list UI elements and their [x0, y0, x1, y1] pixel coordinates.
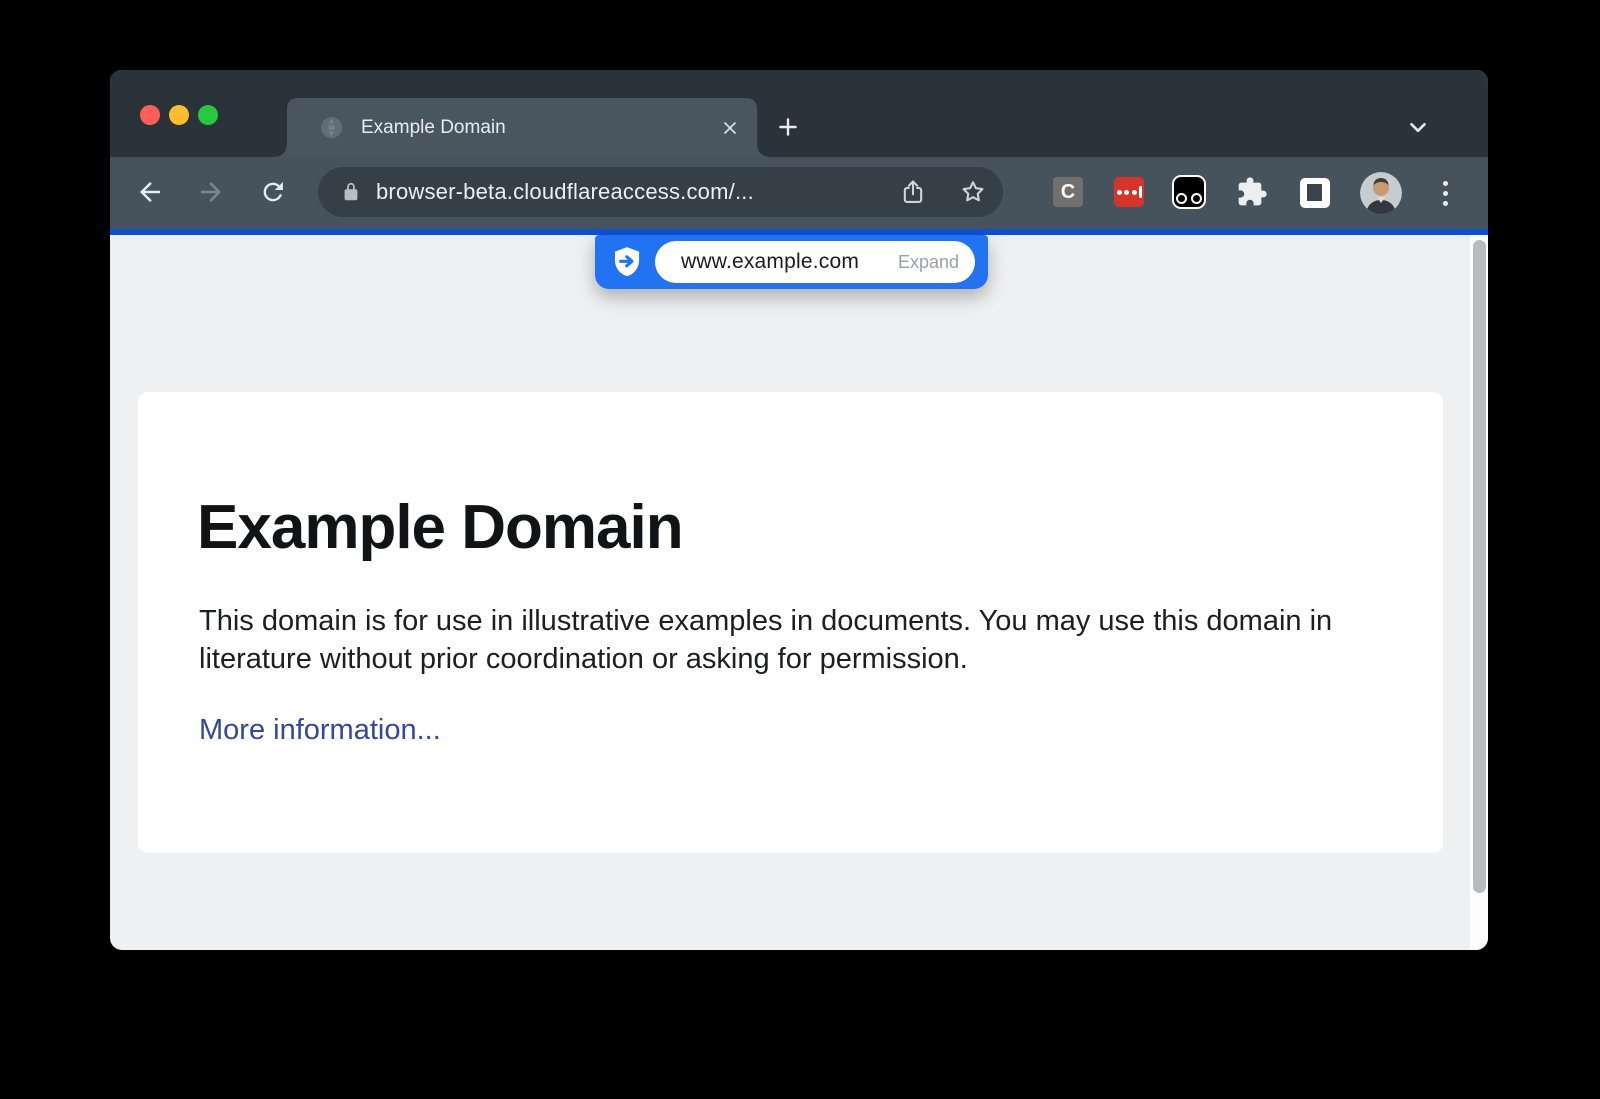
- tab-title: Example Domain: [361, 98, 506, 157]
- back-button[interactable]: [132, 174, 168, 210]
- isolated-domain-pill[interactable]: www.example.com Expand: [655, 241, 975, 283]
- extension-c-icon[interactable]: C: [1053, 177, 1083, 207]
- page-heading: Example Domain: [197, 492, 683, 563]
- globe-favicon-icon: [319, 115, 344, 140]
- reload-button[interactable]: [255, 174, 291, 210]
- url-text: browser-beta.cloudflareaccess.com/...: [376, 167, 754, 217]
- tab-close-icon[interactable]: [717, 115, 743, 141]
- binoculars-extension-icon[interactable]: [1172, 175, 1206, 209]
- browser-tab[interactable]: Example Domain: [287, 98, 757, 157]
- page-paragraph: This domain is for use in illustrative e…: [199, 602, 1349, 678]
- traffic-lights: [140, 105, 218, 125]
- lock-icon[interactable]: [340, 181, 362, 203]
- zoom-window-button[interactable]: [198, 105, 218, 125]
- browser-window: Example Domain browser-beta.cloudflareac: [110, 70, 1488, 950]
- shield-arrow-icon: [610, 245, 644, 279]
- browser-menu-icon[interactable]: [1430, 174, 1460, 212]
- bookmark-star-icon[interactable]: [959, 178, 987, 206]
- isolation-pill: www.example.com Expand: [595, 235, 988, 289]
- scrollbar-thumb[interactable]: [1473, 240, 1486, 893]
- profile-avatar[interactable]: [1360, 172, 1402, 214]
- minimize-window-button[interactable]: [169, 105, 189, 125]
- toolbar: browser-beta.cloudflareaccess.com/... C: [110, 157, 1488, 229]
- extensions-puzzle-icon[interactable]: [1236, 176, 1268, 208]
- close-window-button[interactable]: [140, 105, 160, 125]
- expand-button[interactable]: Expand: [898, 252, 959, 273]
- share-icon[interactable]: [899, 178, 927, 206]
- page-content-card: Example Domain This domain is for use in…: [138, 392, 1443, 853]
- tab-strip: Example Domain: [110, 70, 1488, 157]
- new-tab-button[interactable]: [770, 109, 806, 145]
- scrollbar-track[interactable]: [1470, 235, 1488, 950]
- lastpass-extension-icon[interactable]: [1114, 177, 1144, 207]
- forward-button[interactable]: [193, 174, 229, 210]
- tab-search-chevron-icon[interactable]: [1400, 109, 1436, 145]
- address-bar[interactable]: browser-beta.cloudflareaccess.com/...: [318, 167, 1003, 217]
- side-panel-icon[interactable]: [1300, 178, 1330, 208]
- isolated-domain-text: www.example.com: [681, 250, 898, 274]
- more-information-link[interactable]: More information...: [199, 714, 441, 747]
